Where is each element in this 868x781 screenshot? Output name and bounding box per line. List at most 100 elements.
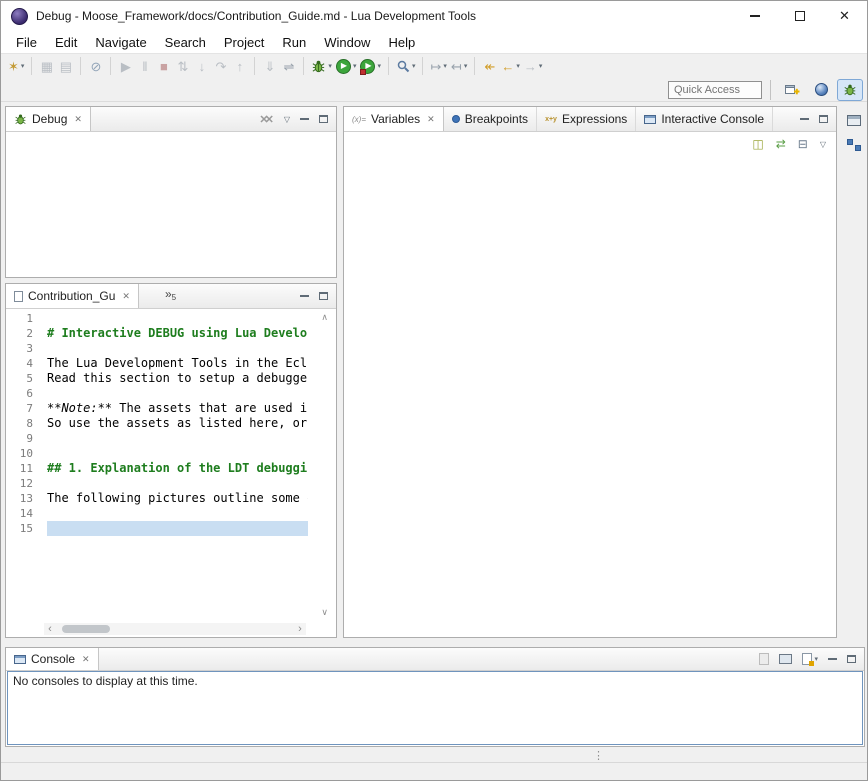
quick-access-input[interactable] — [668, 81, 762, 99]
maximize-view-button[interactable] — [319, 115, 328, 123]
lua-perspective-button[interactable] — [808, 79, 834, 101]
minimize-icon — [300, 295, 309, 297]
toolbar-separator — [80, 57, 81, 75]
close-window-button[interactable]: ✕ — [822, 1, 867, 31]
next-annotation-button[interactable]: ↦ ▾ — [428, 55, 448, 77]
save-button[interactable]: ▦ — [37, 55, 56, 77]
code-line: The following pictures outline some o — [47, 491, 308, 506]
previous-annotation-button[interactable]: ↤ ▾ — [449, 55, 469, 77]
tab-label: Contribution_Gu — [28, 289, 115, 303]
tab-interactive-console[interactable]: Interactive Console — [636, 107, 773, 131]
scrollbar-track[interactable] — [56, 623, 294, 635]
tab-console[interactable]: Console ✕ — [6, 648, 99, 670]
minimize-view-button[interactable] — [800, 118, 809, 120]
scroll-down-icon[interactable]: ∨ — [321, 607, 328, 618]
chevron-down-icon: ▾ — [21, 62, 25, 70]
step-into-button[interactable]: ↓ — [192, 55, 211, 77]
toolbar-separator — [388, 57, 389, 75]
menu-run[interactable]: Run — [273, 33, 315, 52]
open-perspective-button[interactable] — [779, 79, 805, 101]
close-tab-icon[interactable]: ✕ — [82, 654, 90, 665]
save-all-button[interactable]: ▤ — [56, 55, 75, 77]
debug-perspective-button[interactable] — [837, 79, 863, 101]
resume-button[interactable]: ▶ — [116, 55, 135, 77]
disconnect-button[interactable]: ⇅ — [173, 55, 192, 77]
line-number: 13 — [6, 491, 33, 506]
maximize-icon — [847, 655, 856, 663]
toolbar-separator — [110, 57, 111, 75]
skip-all-breakpoints-button[interactable]: ⊘ — [86, 55, 105, 77]
console-body[interactable]: No consoles to display at this time. — [7, 671, 863, 745]
scroll-up-icon[interactable]: ∧ — [321, 312, 328, 323]
scrollbar-thumb[interactable] — [62, 625, 110, 633]
line-number-gutter[interactable]: 1 2 3 4 5 6 7 8 9 10 11 12 13 14 15 — [6, 311, 40, 621]
maximize-view-button[interactable] — [319, 292, 328, 300]
menu-project[interactable]: Project — [215, 33, 273, 52]
minimize-view-button[interactable] — [300, 295, 309, 297]
terminate-button[interactable]: ■ — [154, 55, 173, 77]
maximize-window-button[interactable] — [777, 1, 822, 31]
save-icon: ▦ — [41, 60, 53, 73]
step-over-button[interactable]: ↷ — [211, 55, 230, 77]
tab-debug[interactable]: Debug ✕ — [6, 107, 91, 131]
last-edit-location-button[interactable]: ↞ — [480, 55, 499, 77]
remove-all-terminated-button[interactable]: ✕✕ — [259, 113, 273, 126]
variables-view-header: (x)= Variables ✕ Breakpoints x+y Express… — [344, 107, 836, 132]
back-button[interactable]: ← ▾ — [499, 55, 522, 77]
new-button[interactable]: ✶ ▾ — [6, 55, 26, 77]
use-step-filters-button[interactable]: ⇌ — [279, 55, 298, 77]
skip-breakpoints-icon: ⊘ — [90, 60, 101, 73]
code-area[interactable]: # Interactive DEBUG using Lua Develop Th… — [47, 311, 308, 621]
maximize-view-button[interactable] — [819, 115, 828, 123]
run-glyph: ▶ — [341, 62, 347, 70]
menu-navigate[interactable]: Navigate — [86, 33, 155, 52]
forward-button[interactable]: → ▾ — [522, 55, 545, 77]
close-tab-icon[interactable]: ✕ — [74, 114, 82, 125]
tab-breakpoints[interactable]: Breakpoints — [444, 107, 537, 131]
tab-variables[interactable]: (x)= Variables ✕ — [344, 107, 444, 131]
menu-help[interactable]: Help — [379, 33, 424, 52]
code-line — [47, 386, 308, 401]
close-tab-icon[interactable]: ✕ — [122, 291, 130, 302]
outline-view-icon[interactable] — [847, 139, 861, 151]
line-number: 12 — [6, 476, 33, 491]
step-filters-icon: ⇌ — [283, 60, 294, 73]
collapse-all-icon[interactable]: ⊟ — [798, 137, 808, 151]
minimize-view-button[interactable] — [300, 118, 309, 120]
show-logical-structures-icon[interactable]: ⇄ — [776, 137, 786, 151]
external-tools-button[interactable]: ▶ ▾ — [358, 55, 383, 77]
minimize-view-button[interactable] — [828, 658, 837, 660]
more-editors-button[interactable]: » 5 — [139, 284, 176, 308]
drop-to-frame-button[interactable]: ⇓ — [260, 55, 279, 77]
display-selected-console-icon[interactable] — [779, 654, 792, 664]
suspend-button[interactable]: ‖ — [135, 55, 154, 77]
code-line — [47, 431, 308, 446]
close-tab-icon[interactable]: ✕ — [427, 114, 435, 125]
search-button[interactable]: ▾ — [394, 55, 418, 77]
scroll-left-icon[interactable]: ‹ — [44, 623, 56, 635]
restore-view-icon[interactable] — [847, 115, 861, 126]
maximize-view-button[interactable] — [847, 655, 856, 663]
code-line: **Note:** The assets that are used in — [47, 401, 308, 416]
open-console-button[interactable]: ▾ — [802, 653, 818, 665]
view-menu-icon[interactable]: ▽ — [284, 115, 290, 124]
pin-console-icon[interactable] — [759, 653, 769, 665]
menu-file[interactable]: File — [7, 33, 46, 52]
run-button[interactable]: ▶ ▾ — [334, 55, 359, 77]
show-type-names-icon[interactable]: ◫ — [752, 137, 763, 151]
step-return-button[interactable]: ↑ — [230, 55, 249, 77]
menu-search[interactable]: Search — [156, 33, 215, 52]
variables-view-controls — [800, 107, 836, 131]
code-line — [47, 311, 308, 326]
minimize-window-button[interactable] — [732, 1, 777, 31]
menu-edit[interactable]: Edit — [46, 33, 86, 52]
debug-button[interactable]: ▾ — [309, 55, 334, 77]
scroll-right-icon[interactable]: › — [294, 623, 306, 635]
view-menu-icon[interactable]: ▽ — [820, 140, 826, 149]
horizontal-scrollbar[interactable]: ‹ › — [44, 623, 306, 635]
tab-expressions[interactable]: x+y Expressions — [537, 107, 636, 131]
sash-handle[interactable]: ⋮ — [593, 749, 604, 762]
step-into-icon: ↓ — [199, 60, 206, 73]
tab-contribution-guide[interactable]: Contribution_Gu ✕ — [6, 284, 139, 308]
menu-window[interactable]: Window — [315, 33, 379, 52]
